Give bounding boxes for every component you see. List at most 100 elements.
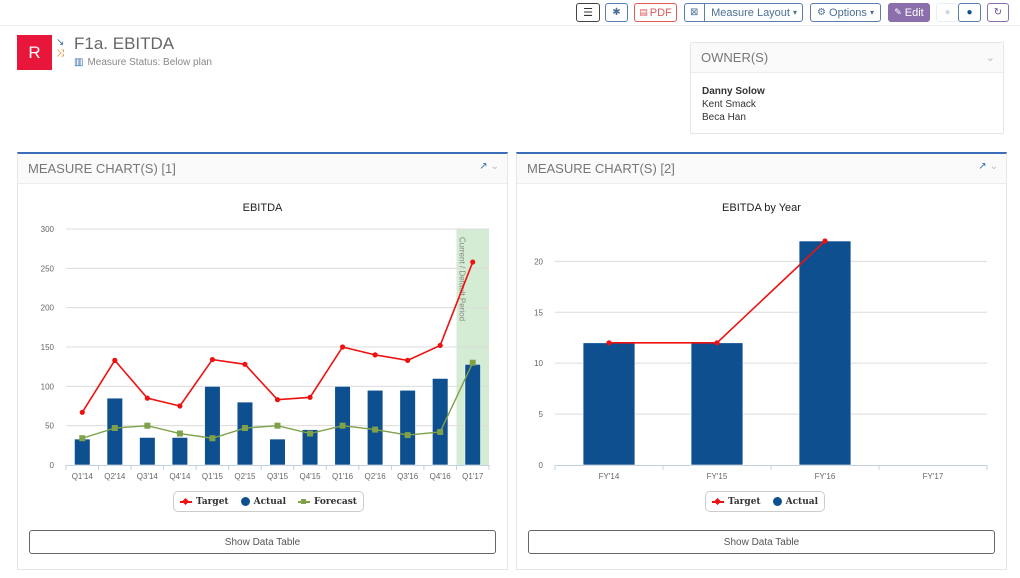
x-tick-label: Q1'14 [72, 472, 94, 481]
chart-legend: Target Actual [705, 491, 826, 512]
owners-panel-header[interactable]: OWNER(S) ⌄ [691, 43, 1003, 73]
point-target [372, 352, 378, 358]
top-toolbar: ☰ ✱ ▤ PDF ⊠ Measure Layout ▾ ⚙ Options ▾… [0, 0, 1020, 26]
forecast-line-icon [298, 498, 311, 504]
refresh-button[interactable]: ↻ [987, 3, 1009, 22]
bar-actual [74, 438, 91, 466]
options-button[interactable]: ⚙ Options ▾ [810, 3, 881, 22]
point-target [405, 357, 411, 363]
y-tick-label: 100 [41, 382, 55, 391]
owners-list: Danny Solow Kent Smack Beca Han [691, 73, 1003, 136]
gears-icon: ⚙ [817, 7, 827, 18]
trend-indicators: ↘ ⤨ [56, 37, 68, 59]
point-target [177, 403, 183, 409]
x-tick-label: Q3'14 [137, 472, 159, 481]
point-target [339, 344, 346, 350]
bar-actual [236, 401, 254, 466]
page-title: F1a. EBITDA [74, 34, 175, 53]
chevron-down-icon[interactable]: ⌄ [986, 51, 995, 64]
bar-actual [139, 437, 156, 466]
x-tick-label: FY'15 [707, 472, 728, 481]
x-tick-label: Q2'15 [234, 472, 256, 481]
bar-actual [690, 342, 744, 466]
debug-button[interactable]: ✱ [605, 3, 628, 22]
edit-button[interactable]: ✎ Edit [888, 3, 930, 22]
legend-item-actual[interactable]: Actual [240, 497, 286, 507]
point-target [274, 397, 281, 403]
legend-item-actual[interactable]: Actual [772, 497, 818, 507]
point-forecast [339, 422, 346, 429]
point-forecast [274, 422, 281, 429]
point-forecast [469, 359, 476, 366]
line-target [609, 240, 826, 344]
divider [704, 4, 706, 21]
owner-name: Beca Han [702, 112, 746, 123]
measure-layout-button[interactable]: ⊠ Measure Layout ▾ [684, 3, 803, 22]
y-tick-label: 300 [41, 225, 55, 234]
outline-button[interactable]: ☰ [576, 3, 600, 22]
x-tick-label: Q1'15 [202, 472, 224, 481]
x-tick-label: Q4'14 [169, 472, 191, 481]
point-target [112, 357, 118, 363]
previous-button[interactable]: ● [936, 3, 959, 22]
list-outline-icon: ☰ [583, 7, 593, 19]
next-button[interactable]: ● [958, 3, 981, 22]
point-forecast [372, 426, 379, 433]
bar-actual [171, 437, 188, 466]
actual-dot-icon [240, 497, 250, 506]
point-forecast [437, 428, 444, 435]
point-forecast [144, 422, 151, 429]
bar-actual [582, 342, 636, 466]
y-tick-label: 20 [534, 257, 543, 266]
measure-status-badge: R [17, 35, 52, 70]
point-target [470, 259, 476, 265]
bar-actual [798, 240, 852, 466]
y-tick-label: 10 [534, 359, 543, 368]
shuffle-icon: ⤨ [56, 48, 64, 59]
y-tick-label: 50 [45, 422, 54, 431]
point-target [714, 340, 720, 346]
owners-panel: OWNER(S) ⌄ Danny Solow Kent Smack Beca H… [690, 42, 1004, 134]
layout-icon: ⊠ [690, 7, 699, 18]
legend-item-target[interactable]: Target [712, 497, 761, 507]
x-tick-label: Q2'16 [365, 472, 387, 481]
x-tick-label: FY'16 [815, 472, 836, 481]
legend-item-target[interactable]: Target [180, 497, 229, 507]
show-data-table-button[interactable]: Show Data Table [528, 530, 995, 554]
bar-actual [399, 389, 416, 466]
x-tick-label: FY'17 [923, 472, 944, 481]
arrow-down-right-icon: ↘ [56, 37, 65, 48]
x-tick-label: Q3'16 [397, 472, 419, 481]
y-tick-label: 0 [539, 461, 544, 470]
chevron-left-circle-icon: ● [944, 7, 951, 18]
pencil-icon: ✎ [894, 7, 902, 17]
bar-actual [464, 364, 481, 466]
bar-actual [106, 397, 123, 466]
x-tick-label: Q1'16 [332, 472, 354, 481]
bar-actual [269, 438, 286, 466]
y-tick-label: 5 [539, 410, 544, 419]
pdf-icon: ▤ [639, 7, 648, 17]
point-forecast [79, 435, 86, 442]
point-forecast [404, 432, 411, 439]
owner-name: Danny Solow [702, 86, 765, 97]
point-target [79, 409, 85, 415]
chevron-down-icon: ▾ [792, 8, 797, 17]
point-forecast [307, 430, 314, 437]
show-data-table-button[interactable]: Show Data Table [29, 530, 496, 554]
chevron-right-circle-icon: ● [966, 7, 973, 18]
x-tick-label: Q4'16 [430, 472, 452, 481]
y-tick-label: 150 [41, 343, 55, 352]
point-target [209, 356, 216, 363]
y-tick-label: 0 [50, 461, 55, 470]
measure-chart-panel-2: MEASURE CHART(S) [2] ↗ ⌄ EBITDA by Year … [516, 152, 1007, 570]
x-tick-label: Q4'15 [299, 472, 321, 481]
point-target [437, 342, 443, 349]
legend-item-forecast[interactable]: Forecast [298, 497, 357, 507]
point-forecast [176, 430, 183, 437]
measure-status: ▥ Measure Status: Below plan [74, 57, 212, 68]
point-target [144, 395, 150, 401]
point-forecast [209, 435, 216, 442]
bar-actual [204, 386, 221, 466]
pdf-button[interactable]: ▤ PDF [634, 3, 677, 22]
